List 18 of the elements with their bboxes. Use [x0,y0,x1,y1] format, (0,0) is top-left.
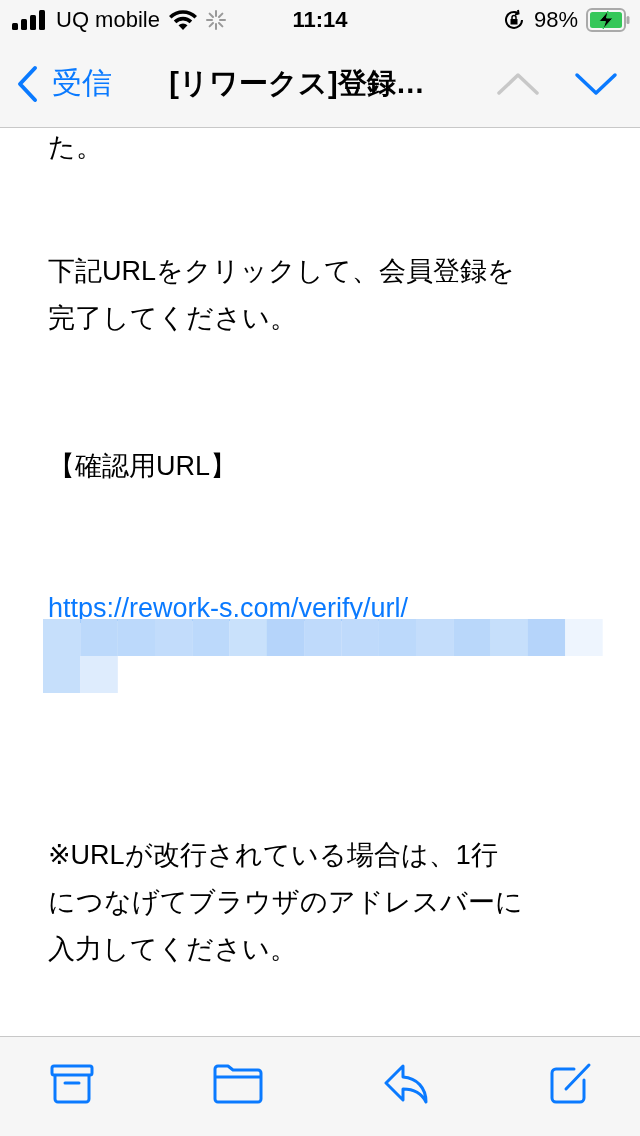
carrier-name: UQ mobile [56,7,160,33]
body-paragraph: た。 [48,131,104,164]
back-button[interactable]: 受信 [16,63,112,104]
folder-button[interactable] [213,1063,264,1104]
wifi-icon [167,9,198,31]
body-paragraph: 下記URLをクリックして、会員登録を 完了してください。 [48,255,516,335]
clock-time: 11:14 [292,7,348,33]
spinner-icon [205,10,226,30]
message-title: [リワークス]登録… [168,65,426,101]
body-paragraph: ※URLが改行されている場合は、1行 につなげてブラウザのアドレスバーに 入力してください。 [48,839,524,966]
body-paragraph: 【確認用URL】 [48,450,238,483]
battery-percent: 98% [533,7,578,33]
archive-button[interactable] [50,1063,94,1104]
verify-link[interactable]: https://rework-s.com/verify/url/ [48,593,409,623]
compose-button[interactable] [548,1061,592,1106]
back-chevron-icon [16,64,38,103]
signal-icon [12,10,48,30]
reply-button[interactable] [382,1063,429,1104]
